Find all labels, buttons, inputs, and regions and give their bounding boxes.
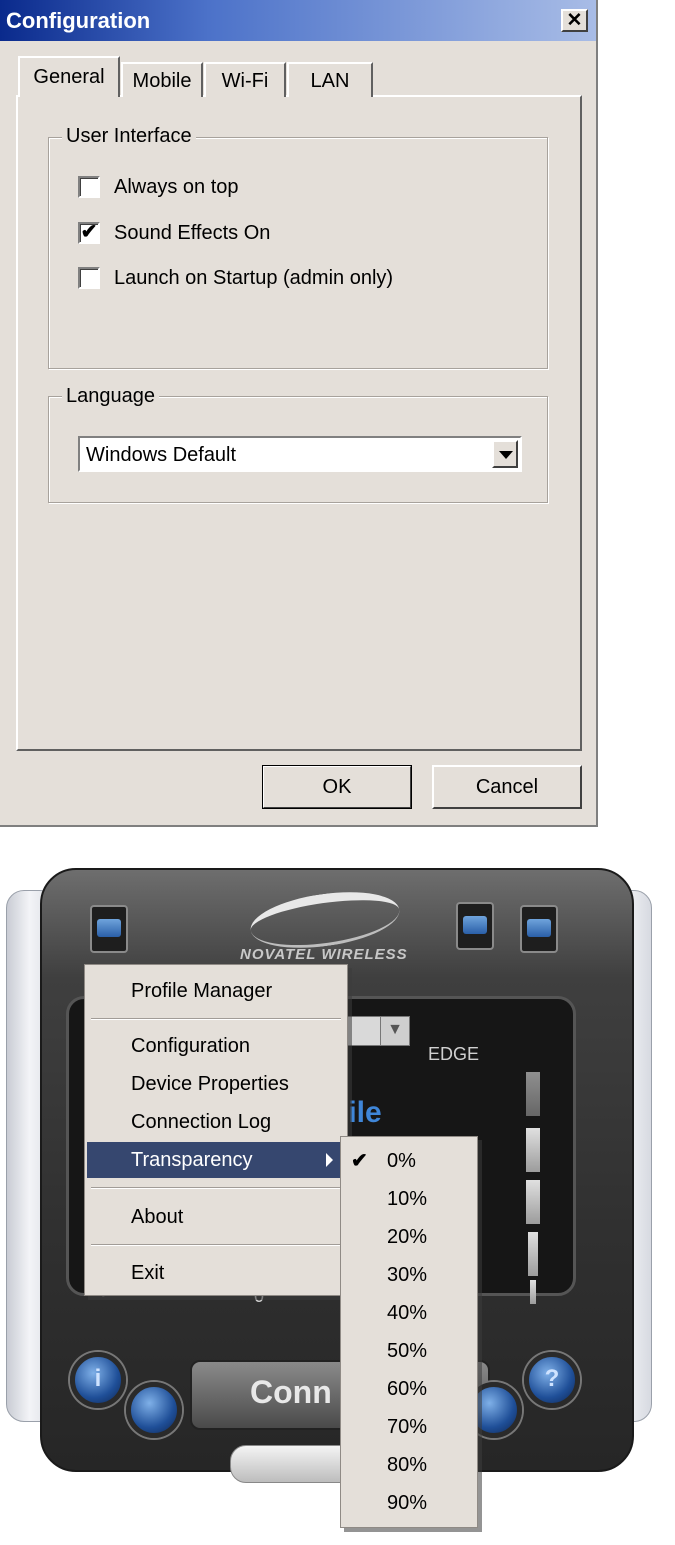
user-interface-group (48, 137, 548, 369)
menu-item-about[interactable]: About (87, 1199, 345, 1235)
tab-wifi-label: Wi-Fi (221, 70, 269, 92)
transparency-option-label: 50% (387, 1340, 428, 1362)
menu-separator (91, 1018, 341, 1020)
chevron-down-icon (499, 451, 513, 459)
tab-wifi[interactable]: Wi-Fi (204, 62, 286, 97)
tab-lan[interactable]: LAN (287, 62, 373, 97)
transparency-option-label: 80% (387, 1454, 428, 1476)
menu-item-label: Connection Log (131, 1111, 272, 1133)
info-button[interactable]: i (70, 1352, 126, 1408)
launch-on-startup-checkbox[interactable] (78, 267, 100, 289)
transparency-option-label: 30% (387, 1264, 428, 1286)
transparency-option-0[interactable]: ✔ 0% (343, 1143, 475, 1179)
transparency-option-30[interactable]: 30% (343, 1257, 475, 1293)
network-type: EDGE (428, 1044, 480, 1064)
context-menu: Profile Manager Configuration Device Pro… (84, 964, 348, 1296)
menu-item-device-properties[interactable]: Device Properties (87, 1066, 345, 1102)
tab-lan-label: LAN (310, 70, 350, 92)
menu-item-label: Configuration (131, 1035, 250, 1057)
transparency-option-70[interactable]: 70% (343, 1409, 475, 1445)
check-icon: ✔ (351, 1150, 368, 1172)
menu-item-label: Device Properties (131, 1073, 289, 1095)
menu-item-label: Transparency (131, 1149, 253, 1171)
close-app-icon (527, 919, 551, 937)
sound-effects-label: Sound Effects On (114, 221, 271, 244)
close-button[interactable]: ✕ (561, 9, 588, 32)
submenu-arrow-icon (326, 1153, 333, 1167)
signal-bar (526, 1072, 540, 1116)
menu-item-label: Exit (131, 1262, 165, 1284)
dialog-title: Configuration (6, 8, 151, 33)
menu-item-label: Profile Manager (131, 980, 273, 1002)
menu-item-configuration[interactable]: Configuration (87, 1028, 345, 1064)
menu-item-label: About (131, 1206, 184, 1228)
mail-button[interactable] (126, 1382, 182, 1438)
transparency-submenu: ✔ 0% 10% 20% 30% 40% 50% 60% 70% 80% 90% (340, 1136, 478, 1528)
menu-separator (91, 1244, 341, 1246)
info-icon: i (94, 1365, 102, 1392)
close-icon: ✕ (566, 10, 583, 31)
always-on-top-checkbox[interactable] (78, 176, 100, 198)
transparency-option-label: 40% (387, 1302, 428, 1324)
menu-separator (91, 1187, 341, 1189)
launch-on-startup-option[interactable]: Launch on Startup (admin only) (78, 265, 393, 291)
transparency-option-20[interactable]: 20% (343, 1219, 475, 1255)
logo-text: NOVATEL WIRELESS (240, 946, 408, 963)
transparency-option-40[interactable]: 40% (343, 1295, 475, 1331)
menu-item-connection-log[interactable]: Connection Log (87, 1104, 345, 1140)
minimize-icon (463, 916, 487, 934)
connect-label: Conn (250, 1374, 332, 1410)
screen-dropdown-icon[interactable]: ▼ (380, 1016, 410, 1046)
menu-item-exit[interactable]: Exit (87, 1255, 345, 1291)
transparency-option-label: 90% (387, 1492, 428, 1514)
ok-button[interactable]: OK (262, 765, 412, 809)
transparency-option-label: 60% (387, 1378, 428, 1400)
signal-bar (526, 1180, 540, 1224)
checkmark-icon: ✔ (80, 221, 98, 243)
tab-mobile-label: Mobile (132, 70, 192, 92)
menu-item-transparency[interactable]: Transparency (87, 1142, 345, 1178)
configuration-dialog: Configuration ✕ General Mobile Wi-Fi LAN… (0, 0, 598, 827)
transparency-option-label: 10% (387, 1188, 428, 1210)
transparency-option-60[interactable]: 60% (343, 1371, 475, 1407)
sound-effects-option[interactable]: ✔ Sound Effects On (78, 220, 270, 246)
always-on-top-label: Always on top (114, 175, 239, 198)
signal-bar (526, 1128, 540, 1172)
always-on-top-option[interactable]: Always on top (78, 174, 239, 200)
transparency-option-label: 20% (387, 1226, 428, 1248)
menu-item-profile-manager[interactable]: Profile Manager (87, 973, 345, 1009)
transparency-option-label: 70% (387, 1416, 428, 1438)
minimize-button[interactable] (456, 902, 494, 950)
language-label: Language (62, 385, 159, 408)
language-select[interactable]: Windows Default (78, 436, 522, 472)
title-bar[interactable]: Configuration ✕ (0, 0, 596, 41)
transparency-option-90[interactable]: 90% (343, 1485, 475, 1521)
signal-bar (528, 1232, 538, 1276)
close-app-button[interactable] (520, 905, 558, 953)
transparency-option-50[interactable]: 50% (343, 1333, 475, 1369)
transparency-option-10[interactable]: 10% (343, 1181, 475, 1217)
tab-general-label: General (33, 66, 105, 88)
signal-bar (530, 1280, 536, 1304)
language-dropdown-button[interactable] (492, 440, 518, 468)
language-select-value: Windows Default (86, 444, 237, 466)
launch-on-startup-label: Launch on Startup (admin only) (114, 266, 394, 289)
help-button[interactable]: ? (524, 1352, 580, 1408)
user-interface-label: User Interface (62, 125, 196, 148)
cancel-button[interactable]: Cancel (432, 765, 582, 809)
transparency-option-80[interactable]: 80% (343, 1447, 475, 1483)
transparency-option-label: 0% (387, 1150, 416, 1172)
menu-icon (97, 919, 121, 937)
sound-effects-checkbox[interactable]: ✔ (78, 221, 100, 244)
help-icon: ? (544, 1365, 560, 1392)
menu-button[interactable] (90, 905, 128, 953)
tab-general[interactable]: General (18, 56, 120, 97)
tab-mobile[interactable]: Mobile (121, 62, 203, 97)
